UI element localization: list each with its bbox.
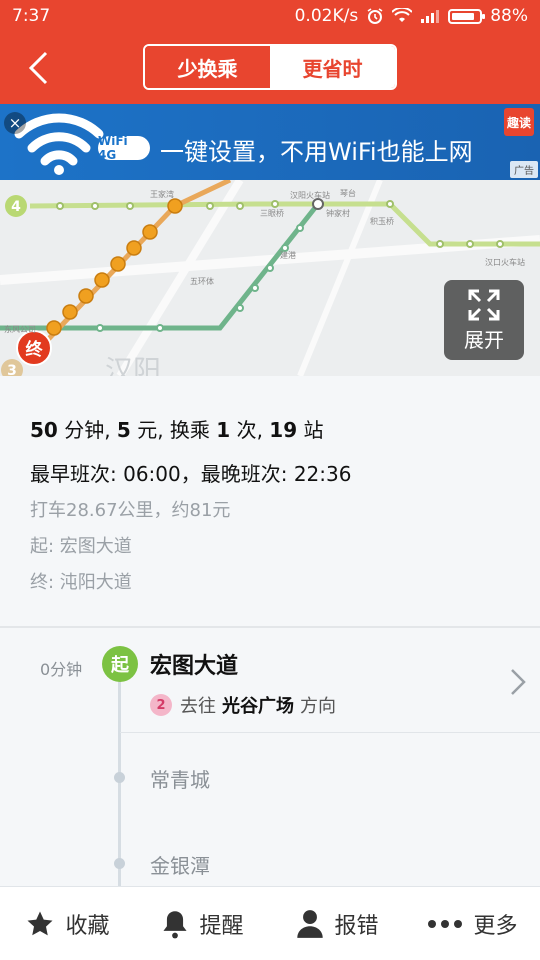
summary-stations: 19 [269,418,298,442]
ad-wifi-pill: WiFi 4G [98,134,150,162]
summary-time: 50 [30,418,58,442]
wifi-icon [14,113,104,175]
map-station-label: 东风公司 [4,324,36,334]
network-speed: 0.02K/s [294,6,359,26]
more-button[interactable]: 更多 [405,908,540,940]
first-last-service: 最早班次: 06:00，最晚班次: 22:36 [30,462,352,486]
route-timeline [118,680,121,886]
bell-icon [163,910,188,938]
user-icon [297,909,324,938]
route-summary: 50 分钟, 5 元, 换乘 1 次, 19 站 最早班次: 06:00，最晚班… [0,376,540,628]
report-label: 报错 [334,913,379,939]
summary-stations-unit: 站 [303,418,324,442]
line-badge: 2 [150,694,172,716]
alarm-icon [367,8,383,24]
stop-dot [114,772,125,783]
bottom-action-bar: 收藏 提醒 报错 更多 [0,886,540,960]
status-bar: 7:37 0.02K/s 88% [0,0,540,32]
back-button[interactable] [18,46,58,90]
report-error-button[interactable]: 报错 [270,908,405,940]
header: 少换乘 更省时 [0,32,540,104]
more-label: 更多 [473,913,518,939]
summary-transfer-label: 换乘 [169,418,210,442]
start-station-line: 起: 宏图大道 [30,536,132,557]
favorite-button[interactable]: 收藏 [0,908,135,940]
tab-fewer-transfers[interactable]: 少换乘 [145,46,270,88]
more-icon [428,919,463,928]
expand-icon [468,289,500,320]
end-station-line: 终: 沌阳大道 [30,572,132,593]
line-4-label: 4 [11,199,21,215]
district-label: 汉阳 [105,354,161,376]
route-map[interactable]: 4 3 终 汉阳 王家湾 汉阳火车站 钟家村 琴台 三眼桥 汉口火车站 东风公司… [0,180,540,376]
battery-percent: 88% [490,6,528,26]
map-expand-button[interactable]: 展开 [444,280,524,360]
favorite-label: 收藏 [65,913,110,939]
route-mode-segmented: 少换乘 更省时 [143,44,397,90]
line-3-label: 3 [7,363,17,376]
stop-dot [114,858,125,869]
map-station-label: 建港 [280,250,296,260]
toward-prefix: 去往 [180,696,216,717]
map-station-label: 王家湾 [150,189,174,199]
summary-headline: 50 分钟, 5 元, 换乘 1 次, 19 站 [30,418,324,442]
toward-station: 光谷广场 [222,696,294,717]
map-expand-label: 展开 [464,327,504,352]
list-item-stop: 常青城 [150,768,210,792]
start-time: 0分钟 [40,660,83,679]
remind-label: 提醒 [199,913,244,939]
chevron-left-icon [28,51,48,85]
wifi-icon [392,8,413,22]
summary-transfer-unit: 次 [236,418,257,442]
tab-faster[interactable]: 更省时 [270,46,395,88]
summary-transfers: 1 [216,418,231,442]
star-icon [27,911,53,935]
end-station-badge: 终 [26,339,44,360]
taxi-estimate: 打车28.67公里，约81元 [30,500,231,521]
list-item-stop: 金银潭 [150,854,210,878]
ad-close-button[interactable]: × [4,112,26,134]
start-badge: 起 [102,646,138,682]
summary-fare-unit: 元 [137,418,158,442]
status-time: 7:37 [12,6,51,26]
route-steps: 0分钟 起 宏图大道 2 去往 光谷广场 方向 常青城 金银潭 [0,630,540,886]
ad-text: 一键设置，不用WiFi也能上网 [160,138,473,166]
map-station-label: 汉口火车站 [485,257,525,267]
start-station-name: 宏图大道 [150,654,239,679]
remind-button[interactable]: 提醒 [135,908,270,940]
summary-time-unit: 分钟 [64,418,105,442]
map-station-label: 五环体 [190,276,214,286]
direction-row[interactable]: 2 去往 光谷广场 方向 [150,692,336,718]
signal-icon [421,10,440,23]
map-station-label: 汉阳火车站 [290,190,330,200]
battery-icon [448,8,486,24]
chevron-right-icon[interactable] [510,668,526,696]
ad-logo: 趣读 [504,108,534,136]
map-station-label: 三眼桥 [260,208,284,218]
divider [120,732,540,733]
summary-fare: 5 [116,418,131,442]
ad-banner[interactable]: × WiFi 4G 一键设置，不用WiFi也能上网 趣读 广告 [0,104,540,180]
ad-tag: 广告 [510,161,538,178]
toward-suffix: 方向 [300,696,336,717]
map-station-label: 琴台 [340,188,356,198]
map-station-label: 积玉桥 [370,216,394,226]
map-station-label: 钟家村 [326,208,350,218]
